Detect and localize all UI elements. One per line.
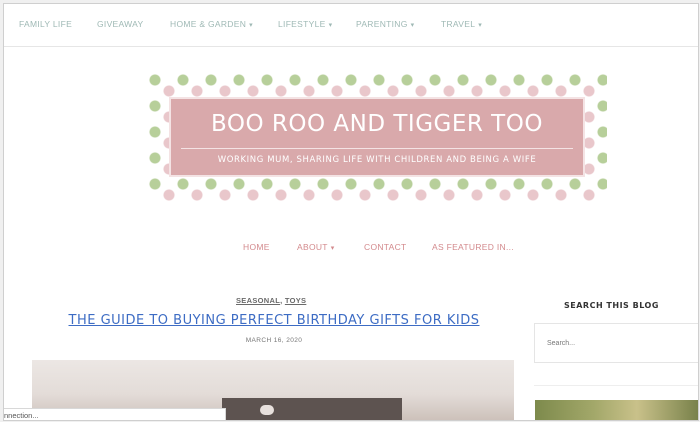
menu-item-about[interactable]: ABOUT ▾ <box>297 242 335 252</box>
image-shelf-shape <box>222 398 402 420</box>
sidebar-divider <box>534 385 698 386</box>
nav-item-label: TRAVEL <box>441 19 476 29</box>
menu-item-label: CONTACT <box>364 242 407 252</box>
image-toy-shape <box>260 405 274 415</box>
site-tagline: WORKING MUM, SHARING LIFE WITH CHILDREN … <box>217 155 537 165</box>
caret-down-icon: ▾ <box>330 245 335 252</box>
nav-item-lifestyle[interactable]: LIFESTYLE ▾ <box>278 19 332 29</box>
caret-down-icon: ▾ <box>478 22 483 29</box>
browser-status-bar: nnection... <box>4 408 226 420</box>
nav-item-home-garden[interactable]: HOME & GARDEN ▾ <box>170 19 253 29</box>
nav-item-label: FAMILY LIFE <box>19 19 73 29</box>
top-navigation: FAMILY LIFE GIVEAWAY HOME & GARDEN ▾ LIFE… <box>4 4 698 47</box>
caret-down-icon: ▾ <box>249 22 253 29</box>
menu-item-home[interactable]: HOME <box>243 242 270 252</box>
site-title: BOO ROO AND TIGGER TOO <box>211 111 543 137</box>
banner-divider <box>181 148 573 149</box>
nav-item-label: GIVEAWAY <box>97 19 144 29</box>
nav-item-label: PARENTING <box>356 19 408 29</box>
category-link-toys[interactable]: TOYS <box>285 296 306 305</box>
menu-item-label: ABOUT <box>297 242 328 252</box>
post-date: MARCH 16, 2020 <box>245 337 303 344</box>
menu-item-label: HOME <box>243 242 270 252</box>
post-title-link[interactable]: THE GUIDE TO BUYING PERFECT BIRTHDAY GIF… <box>34 313 514 328</box>
browser-viewport: FAMILY LIFE GIVEAWAY HOME & GARDEN ▾ LIFE… <box>3 3 699 421</box>
caret-down-icon: ▾ <box>328 22 333 29</box>
sidebar-search-title: SEARCH THIS BLOG <box>564 301 659 310</box>
sidebar-search-input[interactable]: Search... <box>534 323 698 363</box>
menu-item-label: AS FEATURED IN... <box>432 242 514 252</box>
sidebar-image[interactable] <box>535 400 698 420</box>
nav-item-travel[interactable]: TRAVEL ▾ <box>441 19 482 29</box>
menu-item-contact[interactable]: CONTACT <box>364 242 407 252</box>
header-banner[interactable]: BOO ROO AND TIGGER TOO WORKING MUM, SHAR… <box>147 71 607 203</box>
post-categories: SEASONAL, TOYS <box>236 296 306 305</box>
nav-item-family-life[interactable]: FAMILY LIFE <box>19 19 72 29</box>
nav-item-label: LIFESTYLE <box>278 19 326 29</box>
nav-item-parenting[interactable]: PARENTING ▾ <box>356 19 415 29</box>
nav-item-label: HOME & GARDEN <box>170 19 247 29</box>
menu-item-as-featured-in[interactable]: AS FEATURED IN... <box>432 242 514 252</box>
caret-down-icon: ▾ <box>410 22 415 29</box>
banner-plaque: BOO ROO AND TIGGER TOO WORKING MUM, SHAR… <box>169 97 585 177</box>
nav-item-giveaway[interactable]: GIVEAWAY <box>97 19 143 29</box>
category-link-seasonal[interactable]: SEASONAL <box>236 296 280 305</box>
